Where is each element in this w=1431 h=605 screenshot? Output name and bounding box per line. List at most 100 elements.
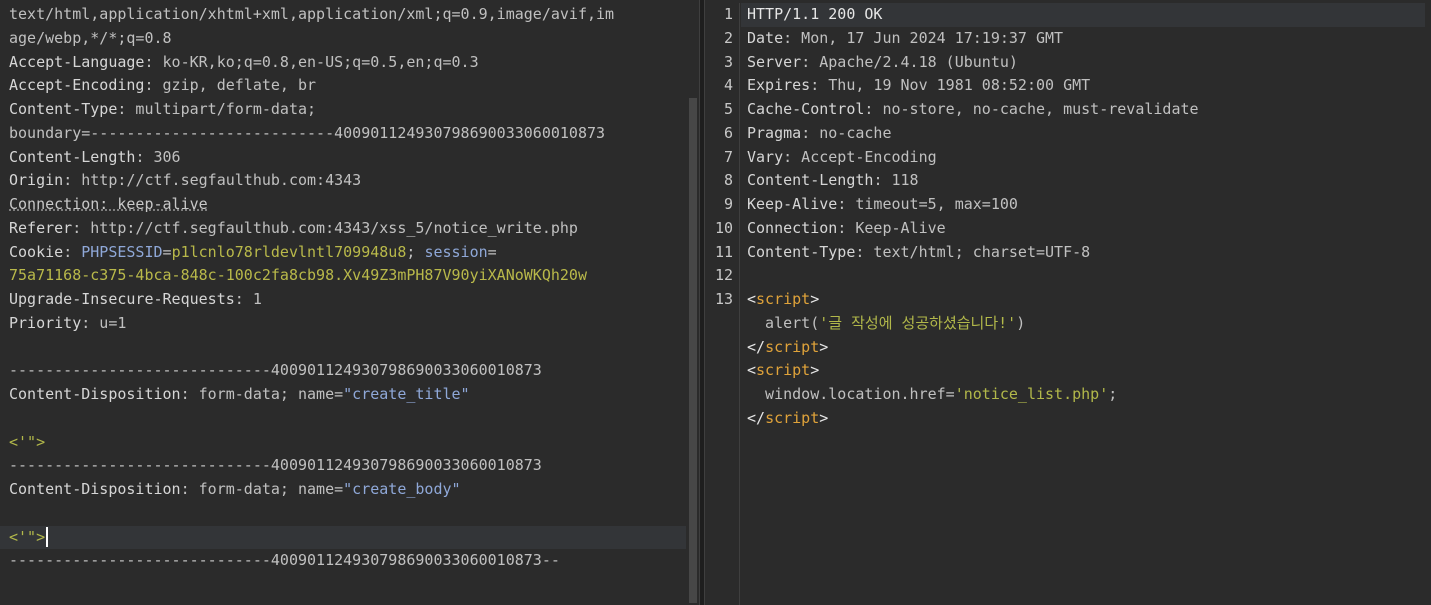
response-token: : Keep-Alive — [837, 218, 946, 237]
request-line[interactable]: Accept-Language: ko-KR,ko;q=0.8,en-US;q=… — [9, 51, 686, 75]
response-token: Server — [747, 52, 802, 71]
request-editor[interactable]: text/html,application/xhtml+xml,applicat… — [0, 0, 700, 605]
request-token: "create_title" — [343, 385, 470, 403]
request-token: -----------------------------40090112493… — [9, 456, 542, 475]
response-token: > — [810, 290, 820, 308]
request-line[interactable]: Accept-Encoding: gzip, deflate, br — [9, 74, 686, 98]
request-line[interactable]: Content-Type: multipart/form-data; — [9, 98, 686, 122]
response-line[interactable]: Keep-Alive: timeout=5, max=100 — [747, 193, 1431, 217]
response-token: Keep-Alive — [747, 195, 838, 213]
line-number: 9 — [723, 195, 733, 213]
request-token: Connection: keep-alive — [9, 195, 208, 213]
request-line[interactable] — [9, 407, 686, 431]
request-line[interactable]: 75a71168-c375-4bca-848c-100c2fa8cb98.Xv4… — [9, 264, 686, 288]
response-line[interactable]: Date: Mon, 17 Jun 2024 17:19:37 GMT — [747, 27, 1431, 51]
request-line[interactable]: Cookie: PHPSESSID=p1lcnlo78rldevlntl7099… — [9, 241, 686, 265]
request-line[interactable]: Content-Disposition: form-data; name="cr… — [9, 478, 686, 502]
response-token: : Apache/2.4.18 (Ubuntu) — [801, 52, 1018, 71]
response-token: Vary — [747, 147, 784, 166]
request-token: : http://ctf.segfaulthub.com:4343 — [63, 171, 362, 190]
request-token: PHPSESSID — [81, 242, 163, 261]
line-number: 6 — [723, 123, 733, 142]
response-token: Content-Type — [747, 242, 856, 261]
request-text-area[interactable]: text/html,application/xhtml+xml,applicat… — [0, 3, 686, 573]
response-token: script — [756, 361, 811, 380]
response-token: : text/html; charset=UTF-8 — [855, 242, 1091, 261]
response-line[interactable]: Vary: Accept-Encoding — [747, 146, 1431, 170]
request-token: : form-data; name= — [180, 385, 344, 403]
response-line[interactable]: window.location.href='notice_list.php'; — [747, 383, 1431, 407]
request-line[interactable]: Origin: http://ctf.segfaulthub.com:4343 — [9, 169, 686, 193]
request-line[interactable]: -----------------------------40090112493… — [9, 454, 686, 478]
request-line[interactable]: <'"> — [9, 431, 686, 455]
response-token: : Thu, 19 Nov 1981 08:52:00 GMT — [810, 76, 1091, 95]
request-token: Accept-Encoding — [9, 76, 145, 95]
response-token: < — [747, 290, 757, 308]
request-token: : multipart/form-data; — [117, 100, 317, 118]
line-number: 7 — [723, 147, 733, 166]
request-token: 75a71168-c375-4bca-848c-100c2fa8cb98.Xv4… — [9, 266, 587, 285]
request-line[interactable]: Priority: u=1 — [9, 312, 686, 336]
request-line[interactable]: Connection: keep-alive — [9, 193, 686, 217]
response-token: : no-cache — [801, 123, 892, 142]
text-cursor — [46, 527, 49, 547]
response-line[interactable]: Cache-Control: no-store, no-cache, must-… — [747, 98, 1431, 122]
line-number: 4 — [723, 76, 733, 95]
response-line[interactable]: <script> — [747, 288, 1431, 312]
response-viewer[interactable]: 1 2 3 4 5 6 7 8 9 10 11 12 13 HTTP/1.1 200 OK Date: M… — [704, 0, 1431, 605]
request-token: : — [63, 242, 82, 261]
response-line[interactable]: alert('글 작성에 성공하셨습니다!') — [747, 312, 1431, 336]
response-line[interactable]: </script> — [747, 336, 1431, 360]
response-text-area[interactable]: HTTP/1.1 200 OK Date: Mon, 17 Jun 2024 17… — [741, 3, 1431, 431]
response-line[interactable]: <script> — [747, 359, 1431, 383]
response-token: Content-Length — [747, 171, 874, 190]
request-token: = — [162, 242, 172, 261]
response-line[interactable]: Connection: Keep-Alive — [747, 217, 1431, 241]
request-line[interactable]: Upgrade-Insecure-Requests: 1 — [9, 288, 686, 312]
request-token: Priority — [9, 313, 82, 332]
response-token: : 118 — [873, 171, 919, 190]
request-line[interactable] — [9, 336, 686, 360]
response-token: Date — [747, 28, 784, 47]
response-line[interactable]: Server: Apache/2.4.18 (Ubuntu) — [747, 51, 1431, 75]
request-line[interactable]: Content-Disposition: form-data; name="cr… — [9, 383, 686, 407]
response-line[interactable]: Pragma: no-cache — [747, 122, 1431, 146]
request-line[interactable]: Content-Length: 306 — [9, 146, 686, 170]
request-scrollbar[interactable] — [686, 0, 699, 605]
response-token: alert( — [747, 313, 820, 332]
request-token: session — [424, 242, 488, 261]
line-number: 2 — [723, 28, 733, 47]
request-token: text/html,application/xhtml+xml,applicat… — [9, 5, 615, 23]
request-line[interactable]: Referer: http://ctf.segfaulthub.com:4343… — [9, 217, 686, 241]
request-line[interactable] — [9, 502, 686, 526]
request-token: = — [487, 242, 497, 261]
request-token: Content-Disposition — [9, 480, 181, 498]
response-line[interactable] — [747, 264, 1431, 288]
request-token: Content-Disposition — [9, 385, 181, 403]
response-token: </ — [747, 337, 766, 356]
response-line[interactable]: </script> — [747, 407, 1431, 431]
request-token: Content-Type — [9, 100, 118, 118]
response-token: : no-store, no-cache, must-revalidate — [864, 100, 1199, 118]
request-token: "create_body" — [343, 480, 461, 498]
request-line[interactable]: -----------------------------40090112493… — [9, 549, 686, 573]
request-line[interactable]: boundary=---------------------------4009… — [9, 122, 686, 146]
response-token: : Accept-Encoding — [783, 147, 937, 166]
response-token: window.location.href= — [747, 385, 955, 403]
request-token: : gzip, deflate, br — [144, 76, 317, 95]
response-line[interactable]: Content-Length: 118 — [747, 169, 1431, 193]
request-line[interactable]: age/webp,*/*;q=0.8 — [9, 27, 686, 51]
response-line[interactable]: Expires: Thu, 19 Nov 1981 08:52:00 GMT — [747, 74, 1431, 98]
response-token: 'notice_list.php' — [954, 385, 1109, 403]
line-number: 5 — [723, 100, 733, 118]
request-line[interactable]: text/html,application/xhtml+xml,applicat… — [9, 3, 686, 27]
response-line[interactable]: HTTP/1.1 200 OK — [741, 3, 1425, 27]
response-token: > — [810, 361, 820, 380]
response-line[interactable]: Content-Type: text/html; charset=UTF-8 — [747, 241, 1431, 265]
response-token: Cache-Control — [747, 100, 865, 118]
request-line[interactable]: <'"> — [0, 525, 686, 550]
response-token: script — [765, 337, 820, 356]
request-token: Upgrade-Insecure-Requests — [9, 290, 235, 308]
request-line[interactable]: -----------------------------40090112493… — [9, 359, 686, 383]
request-scrollbar-thumb[interactable] — [689, 98, 697, 603]
